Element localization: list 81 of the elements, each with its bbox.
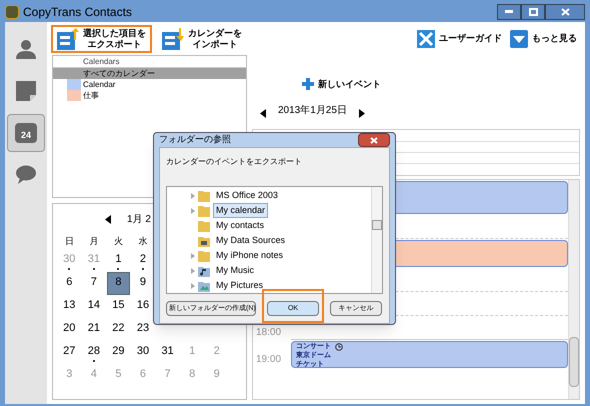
maximize-button[interactable] [521, 4, 545, 20]
export-icon [57, 28, 79, 50]
expand-icon[interactable] [191, 208, 195, 214]
previous-icon[interactable] [105, 215, 111, 224]
dialog-title: フォルダーの参照 [159, 133, 231, 146]
expand-icon[interactable] [191, 268, 195, 274]
calendar-day[interactable]: 9 [132, 272, 154, 295]
close-button[interactable] [358, 133, 390, 147]
database-folder-icon [198, 234, 210, 246]
folder-item[interactable]: MS Office 2003 [213, 188, 281, 204]
weekday-label: 水 [137, 235, 148, 248]
pictures-folder-icon [198, 280, 210, 292]
scrollbar[interactable] [371, 187, 382, 293]
calendar-row[interactable]: 仕事 [53, 90, 246, 101]
month-label: 1月 2 [127, 213, 151, 227]
sidebar-tab[interactable]: 24 [7, 114, 45, 152]
app-icon [5, 4, 19, 18]
music-folder-icon [198, 264, 210, 276]
calendar-day[interactable]: 29 [107, 341, 130, 364]
weekday-label: 火 [112, 235, 124, 248]
calendar-row[interactable]: Calendar [53, 79, 246, 90]
folder-icon [198, 250, 210, 262]
time-label: 19:00 [256, 353, 282, 367]
folder-icon [198, 204, 210, 216]
calendar-day[interactable]: 22 [107, 318, 130, 341]
import-icon [162, 28, 184, 50]
scrollbar[interactable] [568, 180, 579, 399]
clock-icon [335, 342, 343, 350]
export-button[interactable]: 選択した項目を エクスポート [51, 25, 152, 53]
calendar-day[interactable]: 13 [58, 295, 81, 318]
calendar-row[interactable]: すべてのカレンダー [53, 68, 246, 79]
expand-icon[interactable] [191, 282, 195, 288]
person-icon [15, 38, 37, 60]
next-icon[interactable] [358, 109, 365, 118]
folder-item[interactable]: My calendar [213, 202, 268, 218]
expand-icon[interactable] [191, 252, 195, 258]
folder-item[interactable]: My Pictures [213, 278, 266, 294]
minimize-icon [505, 10, 513, 13]
plus-icon [302, 78, 314, 90]
weekday-label: 月 [88, 235, 100, 248]
calendar-icon: 24 [15, 123, 37, 143]
calendar-day[interactable]: 14 [82, 295, 106, 318]
close-button[interactable] [545, 4, 585, 20]
user-guide-button[interactable]: ユーザーガイド [417, 30, 502, 48]
previous-icon[interactable] [260, 109, 266, 118]
calendar-day[interactable]: 1 [107, 249, 130, 272]
calendar-day[interactable]: 2 [132, 249, 154, 272]
import-button[interactable]: カレンダーを インポート [156, 25, 248, 53]
more-button[interactable]: もっと見る [510, 30, 577, 48]
calendar-day[interactable]: 15 [107, 295, 130, 318]
folder-item[interactable]: My iPhone notes [213, 248, 286, 264]
tools-icon [417, 30, 435, 48]
close-icon [370, 136, 378, 144]
minimize-button[interactable] [497, 4, 521, 20]
date-label: 2013年1月25日 [278, 104, 347, 118]
window-title: CopyTrans Contacts [23, 4, 132, 20]
calendar-day[interactable]: 8 [107, 272, 130, 295]
maximize-icon [528, 8, 538, 16]
calendar-day[interactable]: 23 [132, 318, 154, 341]
speech-bubble-icon [15, 165, 37, 185]
calendar-day[interactable]: 6 [58, 272, 81, 295]
folder-item[interactable]: My Data Sources [213, 232, 288, 248]
calendar-day[interactable]: 30 [132, 341, 154, 364]
dialog-message: カレンダーのイベントをエクスポート [166, 156, 303, 168]
calendar-day[interactable]: 7 [82, 272, 106, 295]
new-event-button[interactable]: 新しいイベント [302, 78, 381, 91]
close-icon [560, 8, 570, 16]
time-label: 18:00 [256, 327, 282, 339]
folder-icon [198, 220, 210, 232]
calendar-day[interactable]: 21 [82, 318, 106, 341]
weekday-label: 日 [64, 235, 75, 248]
note-icon [16, 81, 36, 101]
expand-icon[interactable] [191, 192, 195, 198]
calendar-day[interactable]: 31 [156, 341, 179, 364]
dropdown-icon [510, 30, 528, 48]
folder-item[interactable]: My contacts [213, 218, 268, 234]
calendar-day[interactable]: 28 [82, 341, 106, 364]
calendar-day[interactable]: 20 [58, 318, 81, 341]
folder-item[interactable]: My Music [213, 262, 257, 278]
calendar-day[interactable]: 27 [58, 341, 81, 364]
calendar-day[interactable]: 16 [132, 295, 154, 318]
